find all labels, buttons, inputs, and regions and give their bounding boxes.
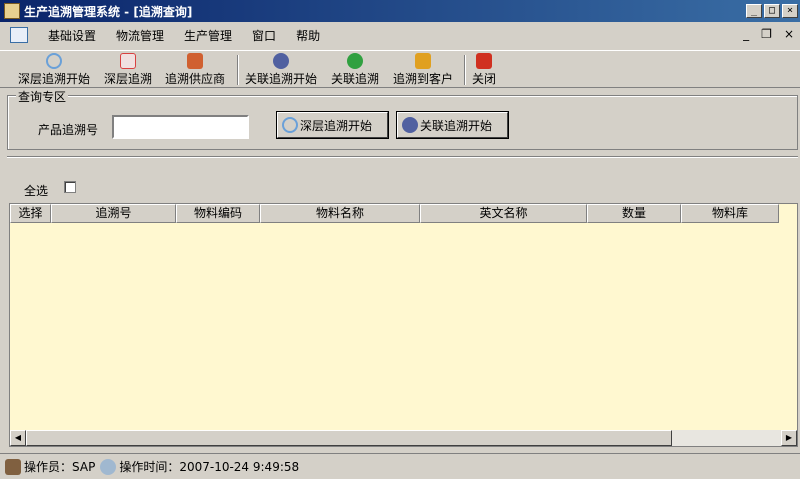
toolbar-deep-trace-start[interactable]: 深层追溯开始 bbox=[18, 53, 90, 87]
operator-label: 操作员： bbox=[24, 460, 73, 474]
toolbar-separator bbox=[464, 55, 466, 85]
mdi-minimize-button[interactable]: _ bbox=[743, 27, 749, 41]
refresh-green-icon bbox=[347, 53, 363, 69]
house-icon bbox=[187, 53, 203, 69]
divider bbox=[7, 156, 798, 158]
operator-value: SAP bbox=[72, 459, 96, 474]
mdi-close-button[interactable]: × bbox=[784, 27, 794, 41]
column-header-warehouse[interactable]: 物料库 bbox=[681, 204, 779, 223]
related-trace-start-button[interactable]: 关联追溯开始 bbox=[397, 112, 508, 138]
close-button[interactable]: × bbox=[782, 4, 798, 18]
column-header-english-name[interactable]: 英文名称 bbox=[420, 204, 587, 223]
toolbar-separator bbox=[237, 55, 239, 85]
magnifier-icon bbox=[282, 117, 298, 133]
menu-bar: 基础设置 物流管理 生产管理 窗口 帮助 _ ❐ × bbox=[0, 22, 800, 48]
scroll-right-arrow-icon[interactable]: ▶ bbox=[781, 430, 797, 446]
grid-header: 选择 追溯号 物料编码 物料名称 英文名称 数量 物料库 bbox=[10, 204, 779, 223]
horizontal-scrollbar[interactable]: ◀ ▶ bbox=[10, 430, 797, 446]
toolbar-trace-supplier[interactable]: 追溯供应商 bbox=[165, 53, 225, 87]
column-header-material-code[interactable]: 物料编码 bbox=[176, 204, 260, 223]
column-header-quantity[interactable]: 数量 bbox=[587, 204, 681, 223]
toolbar-related-trace-start[interactable]: 关联追溯开始 bbox=[245, 53, 317, 87]
menu-logistics[interactable]: 物流管理 bbox=[106, 27, 174, 44]
status-bar: 操作员： SAP 操作时间： 2007-10-24 9:49:58 bbox=[0, 453, 800, 479]
menu-production[interactable]: 生产管理 bbox=[174, 27, 242, 44]
scroll-left-arrow-icon[interactable]: ◀ bbox=[10, 430, 26, 446]
product-trace-input[interactable] bbox=[112, 115, 249, 139]
results-grid[interactable]: 选择 追溯号 物料编码 物料名称 英文名称 数量 物料库 ◀ ▶ bbox=[9, 203, 798, 447]
operation-time-label: 操作时间： bbox=[119, 460, 180, 474]
deep-trace-start-button[interactable]: 深层追溯开始 bbox=[277, 112, 388, 138]
menu-window[interactable]: 窗口 bbox=[242, 27, 286, 44]
window-title: 生产追溯管理系统 - [追溯查询] bbox=[24, 4, 193, 19]
toolbar-trace-customer[interactable]: 追溯到客户 bbox=[393, 53, 453, 87]
chart-doc-icon bbox=[120, 53, 136, 69]
toolbar: 深层追溯开始 深层追溯 追溯供应商 关联追溯开始 关联追溯 追溯到客户 关闭 bbox=[0, 50, 800, 88]
customer-icon bbox=[415, 53, 431, 69]
minimize-button[interactable]: _ bbox=[746, 4, 762, 18]
column-header-material-name[interactable]: 物料名称 bbox=[260, 204, 420, 223]
menu-basic-settings[interactable]: 基础设置 bbox=[38, 27, 106, 44]
query-group-title: 查询专区 bbox=[16, 88, 69, 105]
column-header-trace-no[interactable]: 追溯号 bbox=[51, 204, 176, 223]
select-all-checkbox[interactable] bbox=[64, 181, 76, 193]
column-header-select[interactable]: 选择 bbox=[10, 204, 51, 223]
magnifier-person-icon bbox=[273, 53, 289, 69]
operator-icon bbox=[5, 458, 21, 475]
product-trace-label: 产品追溯号 bbox=[38, 123, 99, 137]
mdi-restore-button[interactable]: ❐ bbox=[761, 27, 772, 41]
magnifier-icon bbox=[46, 53, 62, 69]
maximize-button[interactable]: □ bbox=[764, 4, 780, 18]
scrollbar-thumb[interactable] bbox=[26, 430, 672, 446]
toolbar-deep-trace[interactable]: 深层追溯 bbox=[104, 53, 152, 87]
power-icon bbox=[476, 53, 492, 69]
select-all-label: 全选 bbox=[24, 184, 49, 198]
toolbar-close[interactable]: 关闭 bbox=[472, 53, 496, 87]
document-icon[interactable] bbox=[10, 27, 28, 43]
toolbar-related-trace[interactable]: 关联追溯 bbox=[331, 53, 379, 87]
operation-time-value: 2007-10-24 9:49:58 bbox=[179, 459, 300, 474]
menu-help[interactable]: 帮助 bbox=[286, 27, 330, 44]
app-icon bbox=[4, 3, 20, 19]
clock-icon bbox=[100, 458, 117, 475]
magnifier-person-icon bbox=[402, 117, 418, 133]
title-bar: 生产追溯管理系统 - [追溯查询] _ □ × bbox=[0, 0, 800, 22]
